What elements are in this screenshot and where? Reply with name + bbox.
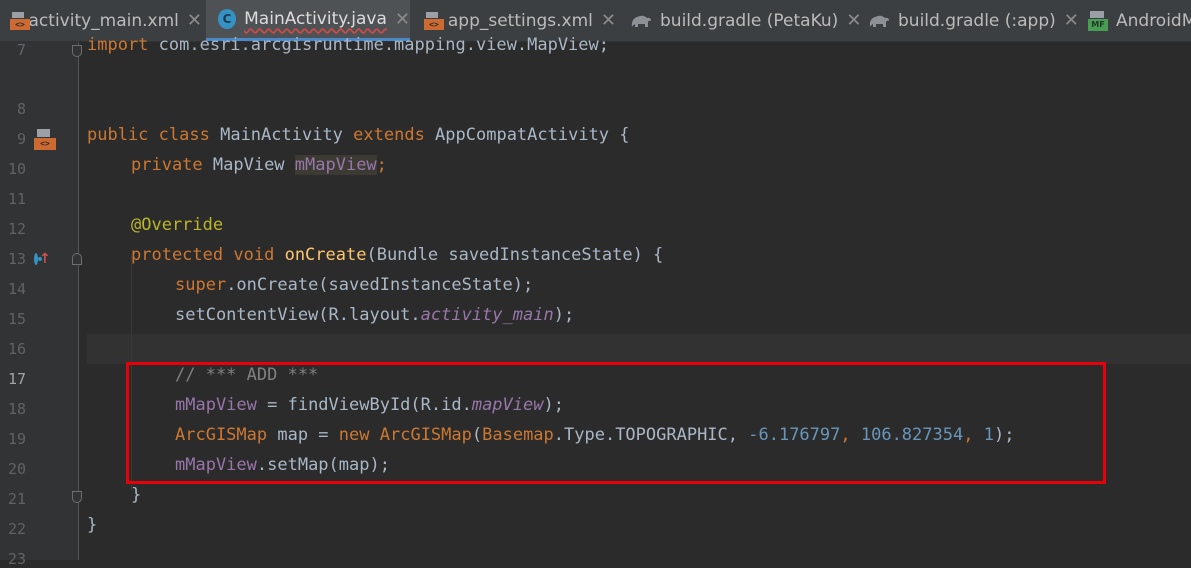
import-path: com.esri.arcgisruntime.mapping.view.MapV… <box>148 35 609 55</box>
keyword: import <box>87 35 149 55</box>
tab-label: build.gradle (PetaKu) <box>660 10 839 31</box>
gradle-elephant-icon <box>631 15 651 27</box>
code-line-10: public class MainActivity extends AppCom… <box>87 125 630 155</box>
type-name: MapView <box>202 155 295 175</box>
line-number: 13 <box>7 250 26 268</box>
code-line-23: } <box>87 515 97 545</box>
line-number: 7 <box>16 41 26 59</box>
line-number: 20 <box>7 460 26 478</box>
fold-marker-icon[interactable] <box>72 491 82 503</box>
keyword: private <box>131 155 203 175</box>
annotation: @Override <box>131 215 224 235</box>
tab-label: activity_main.xml <box>28 10 179 31</box>
tab-build-gradle-project[interactable]: build.gradle (PetaKu) ✕ <box>630 0 862 41</box>
line-number: 22 <box>7 520 26 538</box>
line-number-gutter[interactable]: 7 8 9 10 11 12 13 14 15 16 17 18 19 20 2… <box>0 41 79 568</box>
line-number: 10 <box>7 160 26 178</box>
keyword: protected <box>131 245 224 265</box>
close-icon[interactable]: ✕ <box>187 10 202 31</box>
line-number: 19 <box>7 430 26 448</box>
tab-build-gradle-app[interactable]: build.gradle (:app) ✕ <box>868 0 1080 41</box>
code-line-15: super.onCreate(savedInstanceState); <box>175 275 533 305</box>
keyword: super <box>175 275 227 295</box>
code-line-13: @Override <box>131 215 223 245</box>
tab-label: MainActivity.java <box>244 9 387 29</box>
line-number: 11 <box>7 190 26 208</box>
fold-marker-icon[interactable] <box>72 253 82 265</box>
line-number: 21 <box>7 490 26 508</box>
xml-file-icon: <> <box>424 11 444 30</box>
line-number: 12 <box>7 220 26 238</box>
gradle-elephant-icon <box>869 15 889 27</box>
line-number: 15 <box>7 310 26 328</box>
code-line-16: setContentView(R.layout.activity_main); <box>175 305 574 335</box>
semicolon: ; <box>376 155 387 175</box>
tab-label: app_settings.xml <box>447 10 593 31</box>
close-icon[interactable]: ✕ <box>601 10 616 31</box>
call-end: ); <box>553 305 575 325</box>
tab-label: build.gradle (:app) <box>898 10 1056 31</box>
code-line-14: protected void onCreate(Bundle savedInst… <box>131 245 663 275</box>
line-number: 14 <box>7 280 26 298</box>
line-number: 8 <box>16 100 26 118</box>
tab-android-manifest[interactable]: MF AndroidM <box>1088 0 1191 41</box>
field-name: mMapView <box>294 155 377 175</box>
superclass: AppCompatActivity { <box>424 125 630 145</box>
close-icon[interactable]: ✕ <box>1064 10 1079 31</box>
code-line-22: } <box>131 485 141 515</box>
keyword: class <box>158 125 210 145</box>
line-number: 9 <box>16 130 26 148</box>
code-line-11: private MapView mMapView; <box>131 155 387 185</box>
xml-layout-icon[interactable]: <> <box>34 129 56 151</box>
java-class-icon: C <box>218 9 237 29</box>
line-number: 16 <box>7 340 26 358</box>
line-number: 23 <box>7 550 26 568</box>
call: .onCreate(savedInstanceState); <box>226 275 534 295</box>
keyword: extends <box>353 125 425 145</box>
class-name: MainActivity <box>209 125 354 145</box>
manifest-icon: MF <box>1088 10 1108 31</box>
close-icon[interactable]: ✕ <box>846 10 861 31</box>
tab-label: AndroidM <box>1116 10 1191 31</box>
override-method-icon[interactable]: ↑ <box>34 251 51 267</box>
line-number-current: 17 <box>7 370 26 388</box>
keyword: void <box>233 245 275 265</box>
closing-brace: } <box>87 515 98 535</box>
call: setContentView(R.layout. <box>175 305 421 325</box>
close-icon[interactable]: ✕ <box>395 9 410 30</box>
xml-file-icon: <> <box>10 11 30 30</box>
method-params: (Bundle savedInstanceState) { <box>366 245 664 265</box>
line-number: 18 <box>7 400 26 418</box>
highlight-box <box>126 362 1106 484</box>
code-line-7: import com.esri.arcgisruntime.mapping.vi… <box>87 35 609 65</box>
method-name: onCreate <box>284 245 367 265</box>
field-name: activity_main <box>420 305 554 325</box>
keyword: public <box>87 125 149 145</box>
fold-marker-icon[interactable] <box>72 45 82 57</box>
closing-brace: } <box>131 485 142 505</box>
